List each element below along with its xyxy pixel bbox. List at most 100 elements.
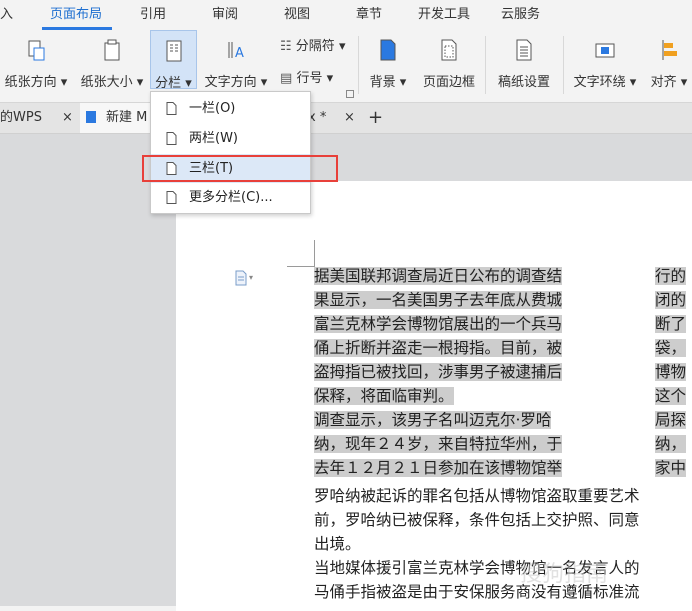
menu-item-two-columns[interactable]: 两栏(W) [151,124,310,153]
background-icon [380,39,396,61]
page-icon [166,132,177,145]
menu-insert[interactable]: 入 [0,0,13,30]
text-direction-icon: A [228,42,244,61]
menu-review[interactable]: 审阅 [212,0,238,30]
line-number-icon: ▤ [280,71,293,86]
text-line[interactable]: 果显示，一名美国男子去年底从费城 [314,291,563,309]
menu-developer[interactable]: 开发工具 [418,0,470,30]
line-number-button[interactable]: ▤ 行号 ▾ [280,68,333,90]
close-icon[interactable]: × [344,103,355,133]
background-label: 背景 [369,75,396,90]
page-border-icon [441,39,457,61]
paper-orientation-icon [28,40,45,61]
text-wrap-icon [595,43,615,58]
text-line[interactable]: 闭的 [655,291,687,309]
ribbon-separator [563,36,564,94]
text-line[interactable]: 富兰克林学会博物馆展出的一个兵马 [314,315,563,333]
text-wrap-button[interactable]: 文字环绕 ▾ [568,30,642,100]
paper-size-label: 纸张大小 [80,75,133,90]
paper-size-icon [104,39,120,61]
text-line[interactable]: 调查显示，该男子名叫迈克尔·罗哈 [314,411,552,429]
text-line[interactable]: 保释，将面临审判。 [314,387,454,405]
manuscript-settings-label: 稿纸设置 [497,75,550,90]
svg-text:A: A [235,46,244,61]
menu-section[interactable]: 章节 [356,0,382,30]
text-line[interactable]: 去年１２月２１日参加在该博物馆举 [314,459,563,477]
page-icon [166,102,177,115]
menu-page-layout[interactable]: 页面布局 [50,0,102,30]
caret-icon: ▾ [326,71,334,86]
paper-orientation-label: 纸张方向 [4,75,57,90]
menu-item-label: 一栏(O) [189,101,236,116]
text-line[interactable]: 断了 [655,315,687,333]
text-line[interactable]: 罗哈纳被起诉的罪名包括从博物馆盗取重要艺术 [314,484,640,508]
caret-icon: ▾ [132,75,144,90]
background-button[interactable]: 背景 ▾ [362,30,414,100]
close-icon[interactable]: × [62,103,73,133]
paper-orientation-button[interactable]: 纸张方向 ▾ [0,30,72,100]
text-line[interactable]: 据美国联邦调查局近日公布的调查结 [314,267,563,285]
separator-icon: ☷ [280,39,292,54]
watermark: 搜狗指南 [520,562,609,587]
dialog-launcher-icon[interactable] [346,90,354,98]
document-tab-bar: 的WPS × 新建 M x * × + [0,103,692,134]
columns-button[interactable]: 分栏 ▾ [150,30,197,91]
text-line[interactable]: 这个 [655,387,687,405]
document-icon [86,111,96,123]
separator-button[interactable]: ☷ 分隔符 ▾ [280,36,345,58]
columns-label: 分栏 [155,76,182,91]
text-line[interactable]: 家中 [655,459,687,477]
columns-icon [166,40,181,62]
menu-view[interactable]: 视图 [284,0,310,30]
caret-icon: ▾ [676,75,688,90]
ribbon-separator [358,36,359,94]
ribbon: 纸张方向 ▾ 纸张大小 ▾ 分栏 ▾ A 文字方向 ▾ ☷ 分隔符 ▾ ▤ 行号… [0,30,692,103]
manuscript-icon [516,39,532,61]
text-line[interactable]: 行的 [655,267,687,285]
menu-references[interactable]: 引用 [140,0,166,30]
tab-wps[interactable]: 的WPS × [0,103,78,133]
menu-bar: 入 页面布局 引用 审阅 视图 章节 开发工具 云服务 [0,0,692,30]
columns-dropdown: 一栏(O) 两栏(W) 三栏(T) 更多分栏(C)... [150,91,311,214]
menu-cloud[interactable]: 云服务 [501,0,540,30]
align-button[interactable]: 对齐 ▾ [646,30,692,100]
text-direction-button[interactable]: A 文字方向 ▾ [200,30,272,100]
menu-item-more-columns[interactable]: 更多分栏(C)... [151,183,310,212]
text-line[interactable]: 前，罗哈纳已被保释，条件包括上交护照、同意 [314,508,640,532]
separator-label: 分隔符 [295,39,335,54]
paragraph-options-icon[interactable]: ▾ [234,270,256,286]
svg-text:▾: ▾ [249,273,253,282]
text-wrap-label: 文字环绕 [573,75,626,90]
tab-label: 的WPS [0,110,42,125]
tab-new-document[interactable]: 新建 M [80,103,152,133]
text-line[interactable]: 盗拇指已被找回，涉事男子被逮捕后 [314,363,563,381]
menu-item-label: 两栏(W) [189,131,238,146]
text-line[interactable]: 纳，现年２４岁，来自特拉华州，于 [314,435,563,453]
text-line[interactable]: 袋， [655,339,687,357]
caret-icon: ▾ [181,76,192,91]
caret-icon: ▾ [256,75,268,90]
text-line[interactable]: 纳， [655,435,687,453]
align-icon [662,40,677,60]
text-line[interactable]: 出境。 [314,532,361,556]
page-border-button[interactable]: 页面边框 [418,30,480,100]
caret-icon: ▾ [625,75,637,90]
ribbon-separator [485,36,486,94]
text-direction-label: 文字方向 [204,75,257,90]
new-tab-button[interactable]: + [368,103,388,133]
page-border-label: 页面边框 [422,75,475,90]
page-icon [166,191,177,204]
text-line[interactable]: 俑上折断并盗走一根拇指。目前，被 [314,339,563,357]
menu-item-one-column[interactable]: 一栏(O) [151,94,310,123]
menu-item-label: 更多分栏(C)... [189,190,273,205]
manuscript-settings-button[interactable]: 稿纸设置 [490,30,558,100]
caret-icon: ▾ [395,75,407,90]
line-number-label: 行号 [296,71,323,86]
text-line[interactable]: 博物 [655,363,687,381]
margin-marker [287,266,315,267]
align-label: 对齐 [650,75,677,90]
caret-icon: ▾ [338,39,346,54]
text-line[interactable]: 局探 [655,411,687,429]
margin-marker [314,240,315,266]
paper-size-button[interactable]: 纸张大小 ▾ [76,30,148,100]
